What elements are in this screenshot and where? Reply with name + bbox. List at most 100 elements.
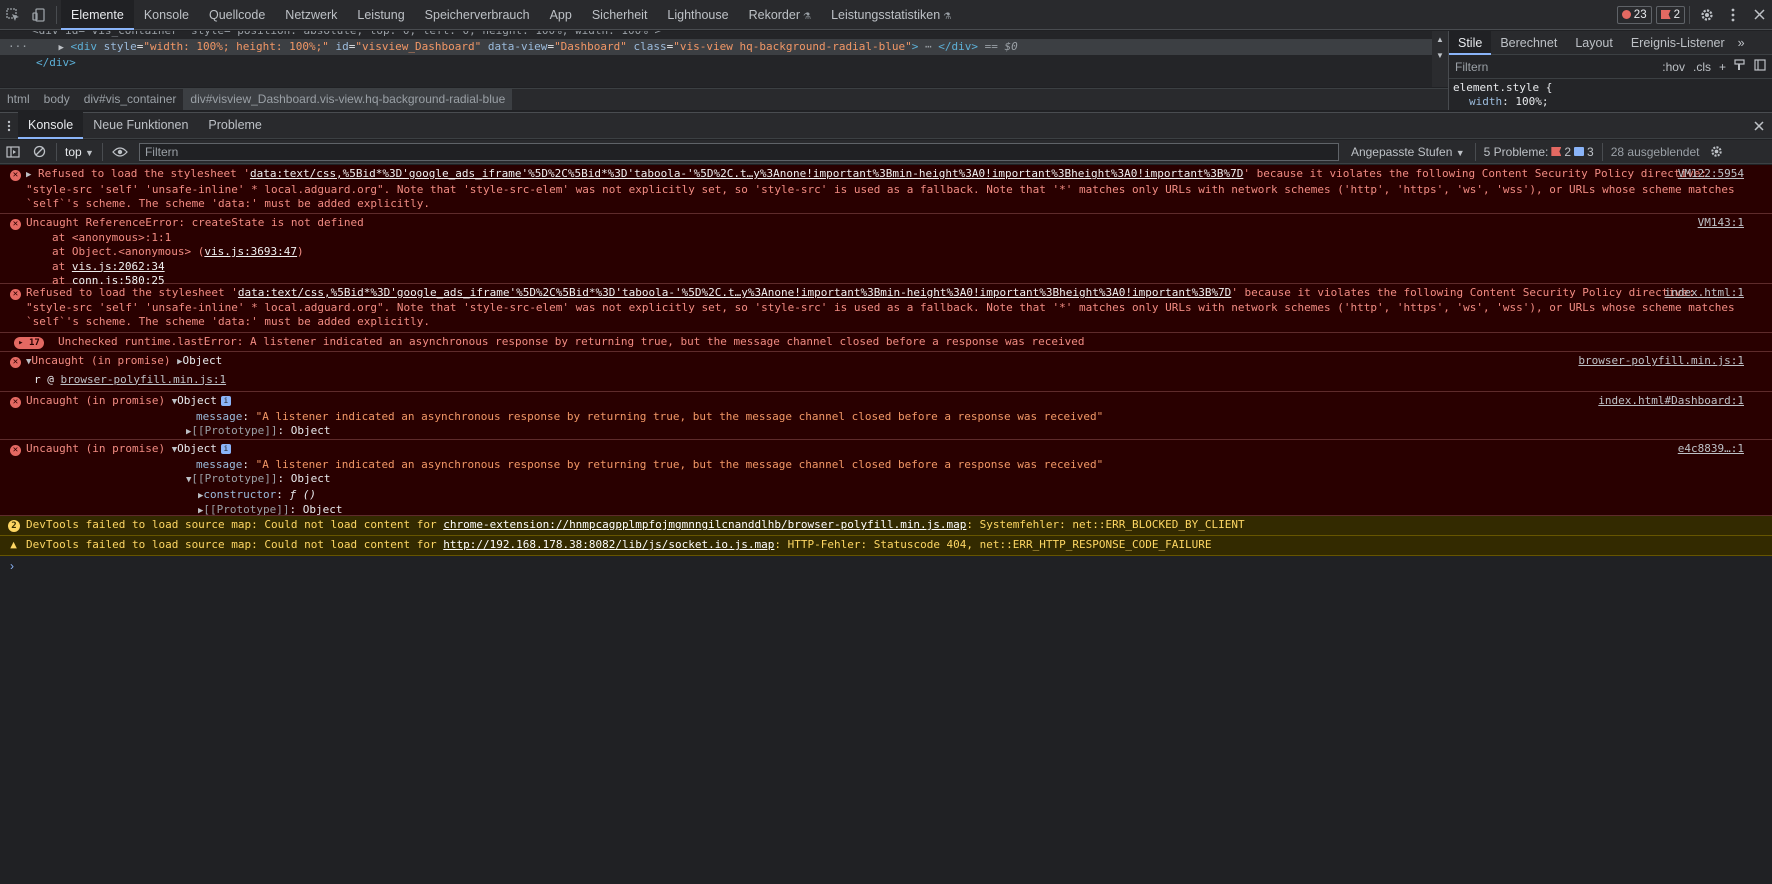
clear-console-icon[interactable] xyxy=(26,140,52,164)
problems-label: 5 Probleme: xyxy=(1483,144,1549,159)
tab-lighthouse[interactable]: Lighthouse xyxy=(657,0,738,30)
tab-memory[interactable]: Speicherverbrauch xyxy=(415,0,540,30)
dom-node-closing-div[interactable]: </div> xyxy=(0,55,1448,71)
stack-frame-3-link[interactable]: vis.js:2062:34 xyxy=(72,260,165,273)
tab-computed[interactable]: Berechnet xyxy=(1491,31,1566,55)
elements-dom-tree: <div id="vis_container" style="position:… xyxy=(0,31,1448,87)
console-message-runtime-error[interactable]: ▸ 17 Unchecked runtime.lastError: A list… xyxy=(0,333,1772,352)
drawer-menu-icon[interactable] xyxy=(0,112,18,139)
object-preview[interactable]: Object xyxy=(183,354,223,367)
close-drawer-icon[interactable] xyxy=(1746,111,1772,141)
inspect-element-icon[interactable] xyxy=(0,0,26,30)
style-rule-selector: element.style { xyxy=(1453,81,1553,94)
add-rule-plus-icon[interactable]: + xyxy=(1719,60,1726,74)
log-levels-dropdown[interactable]: Angepasste Stufen ▼ xyxy=(1351,145,1465,159)
console-ref-marker: == $0 xyxy=(984,40,1018,53)
object-preview[interactable]: Object xyxy=(177,394,217,407)
stack-frame-2-link[interactable]: vis.js:3693:47 xyxy=(204,245,297,258)
device-toolbar-icon[interactable] xyxy=(26,0,52,30)
class-toggle[interactable]: .cls xyxy=(1693,60,1711,74)
console-prompt-line[interactable]: › xyxy=(0,556,1772,578)
message-source-link[interactable]: browser-polyfill.min.js:1 xyxy=(1578,354,1744,369)
trace-link[interactable]: browser-polyfill.min.js:1 xyxy=(61,373,227,386)
console-toolbar: top ▼ Filtern Angepasste Stufen ▼ 5 Prob… xyxy=(0,140,1772,164)
console-warning-sourcemap[interactable]: 2 DevTools failed to load source map: Co… xyxy=(0,516,1772,536)
console-message-csp-error[interactable]: ✕ Refused to load the stylesheet 'data:t… xyxy=(0,284,1772,333)
warning-url-link[interactable]: chrome-extension://hnmpcagpplmpfojmgmnng… xyxy=(443,518,966,531)
dom-breadcrumb: html body div#vis_container div#visview_… xyxy=(0,88,1448,110)
console-message-reference-error[interactable]: ✕ Uncaught ReferenceError: createState i… xyxy=(0,214,1772,287)
live-expression-eye-icon[interactable] xyxy=(107,140,133,164)
context-selector[interactable]: top ▼ xyxy=(61,145,98,159)
close-devtools-icon[interactable] xyxy=(1746,0,1772,30)
message-source-link[interactable]: VM122:5954 xyxy=(1678,167,1744,182)
tab-layout[interactable]: Layout xyxy=(1566,31,1622,55)
console-message-promise-error[interactable]: ✕ ▼Uncaught (in promise) ▶Object r @ bro… xyxy=(0,352,1772,392)
scroll-down-arrow-icon[interactable]: ▼ xyxy=(1436,51,1444,60)
scroll-up-arrow-icon[interactable]: ▲ xyxy=(1436,35,1444,44)
breadcrumb-vis-container[interactable]: div#vis_container xyxy=(77,89,184,110)
console-message-csp-error[interactable]: ✕ ▶ Refused to load the stylesheet 'data… xyxy=(0,165,1772,214)
collapsed-content-ellipsis[interactable]: ⋯ xyxy=(925,40,932,53)
toolbar-divider xyxy=(1601,142,1603,161)
hover-state-toggle[interactable]: :hov xyxy=(1662,60,1685,74)
tab-performance[interactable]: Leistung xyxy=(347,0,414,30)
drawer-tab-whats-new[interactable]: Neue Funktionen xyxy=(83,112,198,139)
settings-gear-icon[interactable] xyxy=(1694,0,1720,30)
more-options-icon[interactable] xyxy=(1720,0,1746,30)
console-warning-sourcemap[interactable]: ▲ DevTools failed to load source map: Co… xyxy=(0,536,1772,556)
style-declaration[interactable]: width: 100%; xyxy=(1453,95,1768,109)
styles-filter-input[interactable]: Filtern xyxy=(1455,60,1654,74)
paint-format-icon[interactable] xyxy=(1734,59,1746,74)
issues-count-badge[interactable]: 2 xyxy=(1655,5,1685,24)
tab-application[interactable]: App xyxy=(540,0,582,30)
sidebar-toggle-icon[interactable] xyxy=(1754,59,1766,74)
more-tabs-chevron-icon[interactable]: » xyxy=(1734,31,1749,55)
message-url-link[interactable]: data:text/css,%5Bid*%3D'google_ads_ifram… xyxy=(238,286,1231,299)
tab-network[interactable]: Netzwerk xyxy=(275,0,347,30)
drawer-tab-issues[interactable]: Probleme xyxy=(198,112,272,139)
info-message-icon xyxy=(1574,147,1585,156)
expand-triangle-icon[interactable]: ▶ xyxy=(26,170,31,180)
message-url-link[interactable]: data:text/css,%5Bid*%3D'google_ads_ifram… xyxy=(250,167,1243,180)
toolbar-divider xyxy=(56,5,57,24)
tab-security[interactable]: Sicherheit xyxy=(582,0,658,30)
console-message-promise-error[interactable]: ✕ Uncaught (in promise) ▼Object i message… xyxy=(0,440,1772,516)
message-source-link[interactable]: index.html:1 xyxy=(1665,286,1744,301)
problems-counter[interactable]: 5 Probleme: 2 3 xyxy=(1480,145,1598,159)
tab-performance-insights[interactable]: Leistungsstatistiken ⚗ xyxy=(821,0,961,30)
dom-node-vis-container[interactable]: <div id="vis_container" style="position:… xyxy=(0,31,1448,39)
toolbar-divider xyxy=(1689,5,1690,24)
message-source-link[interactable]: index.html#Dashboard:1 xyxy=(1598,394,1744,409)
console-filter-input[interactable]: Filtern xyxy=(138,142,1339,161)
expand-triangle-icon[interactable]: ▶ xyxy=(59,43,64,53)
breadcrumb-visview-dashboard[interactable]: div#visview_Dashboard.vis-view.hq-backgr… xyxy=(183,89,513,110)
breadcrumb-html[interactable]: html xyxy=(0,89,37,110)
tab-styles[interactable]: Stile xyxy=(1449,31,1492,55)
trace-prefix: r @ xyxy=(34,372,61,386)
console-message-promise-error[interactable]: ✕ Uncaught (in promise) ▼Object i message… xyxy=(0,392,1772,440)
stack-frame-1: at <anonymous>:1:1 xyxy=(52,230,172,244)
elements-vertical-scrollbar[interactable]: ▲ ▼ xyxy=(1432,31,1448,87)
tab-elements[interactable]: Elemente xyxy=(61,0,134,30)
promise-label: Uncaught (in promise) xyxy=(26,442,166,455)
tab-event-listeners[interactable]: Ereignis-Listener xyxy=(1622,31,1734,55)
message-source-link[interactable]: e4c8839…:1 xyxy=(1678,442,1744,457)
drawer-tab-console[interactable]: Konsole xyxy=(18,112,84,139)
message-source-link[interactable]: VM143:1 xyxy=(1698,216,1744,231)
dom-node-selected[interactable]: ··· ▶ <div style="width: 100%; height: 1… xyxy=(0,39,1448,55)
error-count-badge[interactable]: 23 xyxy=(1616,5,1652,24)
object-preview[interactable]: Object xyxy=(177,442,217,455)
tab-sources[interactable]: Quellcode xyxy=(199,0,275,30)
info-icon: i xyxy=(220,396,231,406)
issues-count: 2 xyxy=(1673,8,1680,21)
breadcrumb-body[interactable]: body xyxy=(37,89,77,110)
warning-url-link[interactable]: http://192.168.178.38:8082/lib/js/socket… xyxy=(443,538,774,551)
console-settings-gear-icon[interactable] xyxy=(1703,140,1729,164)
show-sidebar-icon[interactable] xyxy=(0,140,26,164)
drawer-tabbar: Konsole Neue Funktionen Probleme xyxy=(0,112,1772,139)
tab-console[interactable]: Konsole xyxy=(134,0,199,30)
tab-recorder[interactable]: Rekorder ⚗ xyxy=(739,0,822,30)
error-icon: ✕ xyxy=(10,219,21,230)
context-label: top xyxy=(65,144,82,159)
